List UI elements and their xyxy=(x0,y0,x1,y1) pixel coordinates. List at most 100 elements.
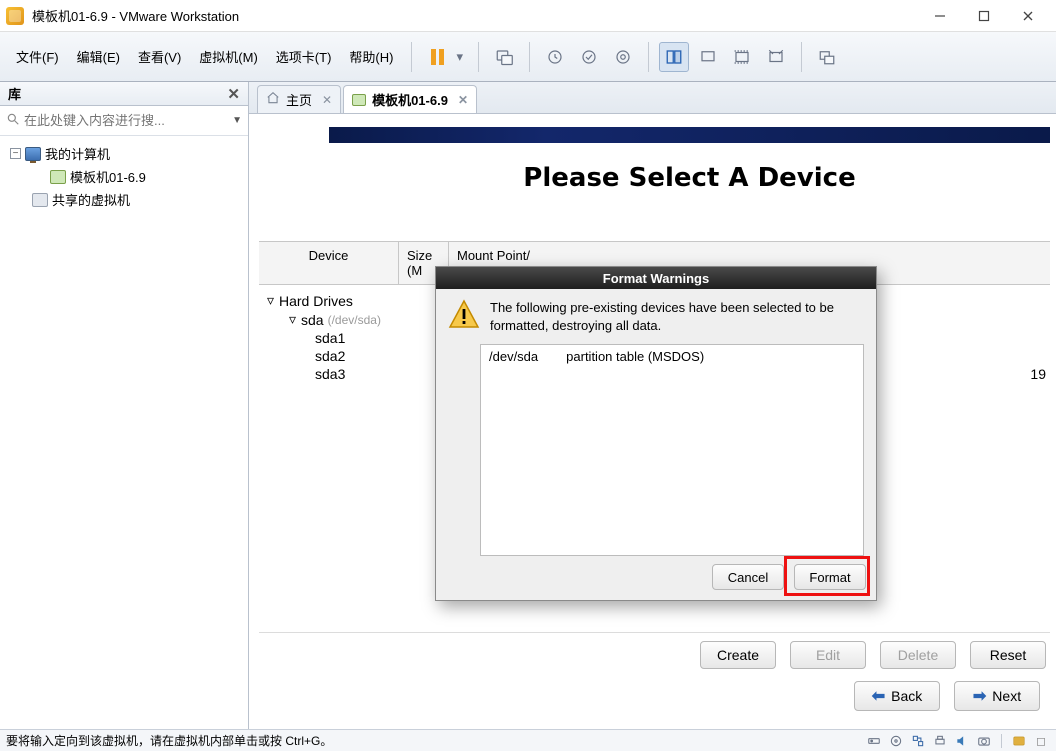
format-warnings-dialog: Format Warnings The following pre-existi… xyxy=(435,266,877,601)
tab-home[interactable]: 主页 ✕ xyxy=(257,85,341,113)
dialog-device-list[interactable]: /dev/sda partition table (MSDOS) xyxy=(480,344,864,556)
next-label: Next xyxy=(992,688,1021,704)
tab-close-icon[interactable]: ✕ xyxy=(322,93,332,107)
menu-vm[interactable]: 虚拟机(M) xyxy=(191,43,266,70)
menu-file[interactable]: 文件(F) xyxy=(8,43,67,70)
sidebar-title: 库 xyxy=(8,84,21,103)
titlebar: 模板机01-6.9 - VMware Workstation xyxy=(0,0,1056,32)
library-tree: − 我的计算机 模板机01-6.9 共享的虚拟机 xyxy=(0,136,248,217)
search-input[interactable] xyxy=(24,113,228,128)
fullscreen-icon[interactable] xyxy=(761,42,791,72)
main: 库 ✕ ▼ − 我的计算机 模板机01-6.9 共享 xyxy=(0,82,1056,729)
row-label: sda3 xyxy=(315,366,345,382)
tree-expand-icon[interactable]: ▿ xyxy=(289,311,301,328)
pause-button[interactable] xyxy=(422,42,452,72)
snapshot-revert-icon[interactable] xyxy=(574,42,604,72)
maximize-button[interactable] xyxy=(962,1,1006,31)
arrow-right-icon: ➡ xyxy=(973,686,986,706)
status-text: 要将输入定向到该虚拟机，请在虚拟机内部单击或按 Ctrl+G。 xyxy=(6,732,332,749)
search-icon xyxy=(6,112,20,129)
app-icon xyxy=(6,7,24,25)
row-label: sda2 xyxy=(315,348,345,364)
list-item[interactable]: /dev/sda partition table (MSDOS) xyxy=(489,349,855,364)
search-dropdown-icon[interactable]: ▼ xyxy=(232,115,242,126)
delete-button[interactable]: Delete xyxy=(880,641,956,669)
snapshot-manager-icon[interactable] xyxy=(608,42,638,72)
tab-close-icon[interactable]: ✕ xyxy=(458,93,468,107)
tree-label: 我的计算机 xyxy=(45,144,110,163)
vm-icon xyxy=(352,94,366,106)
shared-icon xyxy=(32,193,48,207)
tree-vm-item[interactable]: 模板机01-6.9 xyxy=(4,165,244,188)
row-label: sda xyxy=(301,312,324,328)
row-size: 19 xyxy=(1020,366,1050,382)
format-button[interactable]: Format xyxy=(794,564,866,590)
list-device: /dev/sda xyxy=(489,349,538,364)
content: 主页 ✕ 模板机01-6.9 ✕ Please Select A Device … xyxy=(249,82,1056,729)
list-desc: partition table (MSDOS) xyxy=(566,349,704,364)
tray-drag-icon[interactable]: ◻ xyxy=(1032,733,1050,749)
statusbar: 要将输入定向到该虚拟机，请在虚拟机内部单击或按 Ctrl+G。 ◻ xyxy=(0,729,1056,751)
arrow-left-icon: ⬅ xyxy=(872,686,885,706)
tray-messages-icon[interactable] xyxy=(1010,733,1028,749)
sidebar-close-icon[interactable]: ✕ xyxy=(227,85,240,103)
minimize-button[interactable] xyxy=(918,1,962,31)
guest-desktop: Please Select A Device Device Size (M Mo… xyxy=(259,121,1050,723)
menu-edit[interactable]: 编辑(E) xyxy=(69,43,128,70)
stretch-guest-icon[interactable] xyxy=(727,42,757,72)
warning-icon xyxy=(448,299,480,331)
close-button[interactable] xyxy=(1006,1,1050,31)
tree-toggle-icon[interactable]: − xyxy=(10,148,21,159)
row-label: Hard Drives xyxy=(279,293,353,309)
edit-button[interactable]: Edit xyxy=(790,641,866,669)
tray-network-icon[interactable] xyxy=(909,733,927,749)
cancel-button[interactable]: Cancel xyxy=(712,564,784,590)
tab-vm[interactable]: 模板机01-6.9 ✕ xyxy=(343,85,477,113)
home-icon xyxy=(266,91,280,108)
sidebar: 库 ✕ ▼ − 我的计算机 模板机01-6.9 共享 xyxy=(0,82,249,729)
menu-view[interactable]: 查看(V) xyxy=(130,43,189,70)
row-label: sda1 xyxy=(315,330,345,346)
create-button[interactable]: Create xyxy=(700,641,776,669)
dialog-title: Format Warnings xyxy=(436,267,876,289)
view-console-icon[interactable] xyxy=(659,42,689,72)
installer-header-bar xyxy=(329,127,1050,143)
tab-label: 主页 xyxy=(286,90,312,109)
view-thumbnail-icon[interactable] xyxy=(693,42,723,72)
tray-sound-icon[interactable] xyxy=(953,733,971,749)
status-tray: ◻ xyxy=(865,733,1050,749)
page-title: Please Select A Device xyxy=(329,163,1050,193)
send-ctrl-alt-del-icon[interactable] xyxy=(489,42,519,72)
unity-icon[interactable] xyxy=(812,42,842,72)
dialog-message: The following pre-existing devices have … xyxy=(490,299,864,334)
tree-shared-vms[interactable]: 共享的虚拟机 xyxy=(4,188,244,211)
tree-expand-icon[interactable]: ▿ xyxy=(267,292,279,309)
sidebar-search[interactable]: ▼ xyxy=(0,106,248,136)
snapshot-take-icon[interactable] xyxy=(540,42,570,72)
pause-dropdown[interactable]: ▾ xyxy=(456,49,468,65)
device-buttons: Create Edit Delete Reset xyxy=(259,632,1050,669)
tree-label: 模板机01-6.9 xyxy=(70,167,146,186)
menu-tabs[interactable]: 选项卡(T) xyxy=(268,43,340,70)
wizard-nav: ⬅ Back ➡ Next xyxy=(854,681,1040,711)
window-title: 模板机01-6.9 - VMware Workstation xyxy=(32,6,239,25)
back-label: Back xyxy=(891,688,922,704)
tree-my-computer[interactable]: − 我的计算机 xyxy=(4,142,244,165)
vm-icon xyxy=(50,170,66,184)
tree-label: 共享的虚拟机 xyxy=(52,190,130,209)
computer-icon xyxy=(25,147,41,161)
tray-camera-icon[interactable] xyxy=(975,733,993,749)
menu-help[interactable]: 帮助(H) xyxy=(341,43,401,70)
tray-printer-icon[interactable] xyxy=(931,733,949,749)
tray-cd-icon[interactable] xyxy=(887,733,905,749)
col-device[interactable]: Device xyxy=(259,242,399,284)
menu: 文件(F) 编辑(E) 查看(V) 虚拟机(M) 选项卡(T) 帮助(H) xyxy=(8,43,401,70)
dialog-buttons: Cancel Format xyxy=(436,564,876,600)
tab-strip: 主页 ✕ 模板机01-6.9 ✕ xyxy=(249,82,1056,114)
back-button[interactable]: ⬅ Back xyxy=(854,681,940,711)
tray-hdd-icon[interactable] xyxy=(865,733,883,749)
vm-screen[interactable]: Please Select A Device Device Size (M Mo… xyxy=(249,114,1056,729)
row-hint: (/dev/sda) xyxy=(328,313,381,327)
reset-button[interactable]: Reset xyxy=(970,641,1046,669)
next-button[interactable]: ➡ Next xyxy=(954,681,1040,711)
